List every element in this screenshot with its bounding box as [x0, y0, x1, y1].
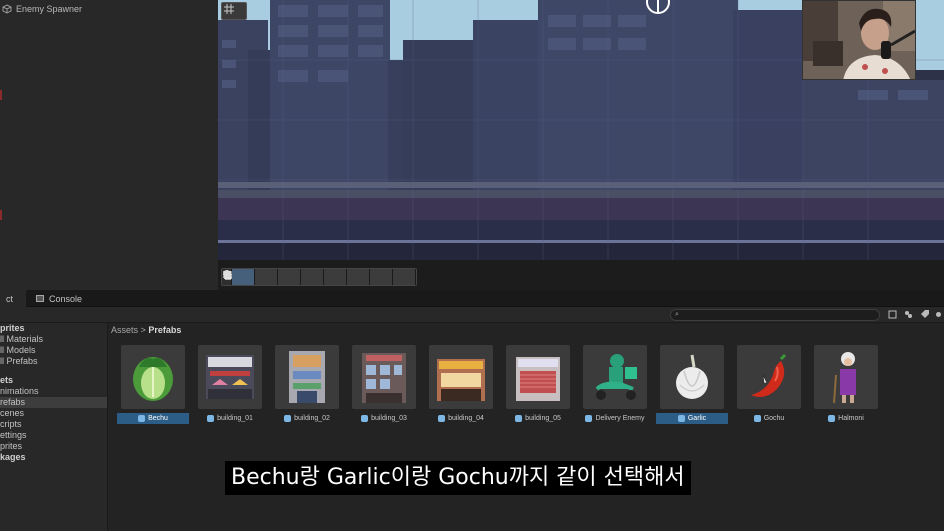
tree-item[interactable]: prites: [0, 323, 25, 334]
visibility-icon[interactable]: [934, 310, 943, 319]
prefab-icon: [138, 415, 146, 422]
tree-item-prefabs[interactable]: refabs: [0, 397, 107, 408]
asset-tile-garlic[interactable]: Garlic: [656, 345, 728, 425]
project-search-row: ⌕: [0, 307, 944, 323]
asset-label: building_03: [348, 413, 420, 424]
prefab-icon: [828, 415, 836, 422]
prefab-icon: [438, 415, 446, 422]
hand-tool-button[interactable]: [224, 269, 255, 285]
project-folder-tree: prites ll Materials ll Models ll Prefabs…: [0, 323, 108, 531]
picker-tool-button[interactable]: [223, 269, 370, 285]
asset-tile-gochu[interactable]: Gochu: [733, 345, 805, 425]
garlic-icon: [660, 345, 724, 409]
building-05-icon: [506, 345, 570, 409]
asset-tile-building-05[interactable]: building_05: [502, 345, 574, 425]
tab-project-label: ct: [6, 293, 14, 304]
fill-tool-button[interactable]: [224, 269, 393, 285]
shuffle-icon: [223, 271, 232, 278]
asset-label: Garlic: [656, 413, 728, 424]
tab-console-label: Console: [49, 293, 83, 304]
asset-label: Halmoni: [810, 413, 882, 424]
tree-item[interactable]: prites: [0, 441, 22, 452]
asset-tile-bechu[interactable]: Bechu: [117, 345, 189, 425]
transform-tool-button[interactable]: [223, 269, 416, 285]
unity-editor-window: Enemy Spawner ct Console ⌕ prites ll Mat…: [0, 0, 944, 531]
tree-item[interactable]: cenes: [0, 408, 24, 419]
hierarchy-item-label: Enemy Spawner: [16, 4, 83, 14]
prefab-icon: [361, 415, 369, 422]
chili-pepper-icon: [737, 345, 801, 409]
breadcrumb: Assets > Prefabs: [111, 324, 181, 336]
building-01-icon: [198, 345, 262, 409]
prefab-icon: [515, 415, 523, 422]
grandma-icon: [814, 345, 878, 409]
asset-label: Bechu: [117, 413, 189, 424]
gameobject-cube-icon: [2, 4, 12, 14]
asset-tile-building-04[interactable]: building_04: [425, 345, 497, 425]
tree-item[interactable]: ll Materials: [0, 334, 43, 345]
scene-view[interactable]: [218, 0, 944, 290]
breadcrumb-assets[interactable]: Assets: [111, 325, 138, 335]
filter-by-type-icon[interactable]: [888, 310, 897, 319]
scene-tools-toolbar: [221, 268, 417, 286]
rect-tool-button[interactable]: [224, 269, 347, 285]
building-03-icon: [352, 345, 416, 409]
edge-marker: [0, 210, 2, 220]
asset-tile-halmoni[interactable]: Halmoni: [810, 345, 882, 425]
scooter-rider-icon: [583, 345, 647, 409]
hierarchy-panel: Enemy Spawner: [0, 0, 218, 290]
webcam-overlay: [802, 0, 916, 80]
asset-tile-delivery-enemy[interactable]: Delivery Enemy: [579, 345, 651, 425]
scene-gizmo-button[interactable]: [221, 2, 247, 20]
tree-item[interactable]: ll Models: [0, 345, 36, 356]
filter-by-label-icon[interactable]: [904, 310, 913, 319]
asset-label: Delivery Enemy: [579, 413, 651, 424]
cabbage-icon: [121, 345, 185, 409]
tab-console[interactable]: Console: [30, 290, 88, 307]
tag-icon[interactable]: [920, 310, 929, 319]
prefab-icon: [284, 415, 292, 422]
edge-marker: [0, 90, 2, 100]
prefab-icon: [585, 415, 593, 422]
prefab-icon: [677, 415, 685, 422]
scale-tool-button[interactable]: [223, 269, 324, 285]
asset-label: building_05: [502, 413, 574, 424]
asset-label: Gochu: [733, 413, 805, 424]
video-subtitle: Bechu랑 Garlic이랑 Gochu까지 같이 선택해서: [225, 461, 691, 495]
grid-toggle-icon: [224, 4, 234, 14]
building-02-icon: [275, 345, 339, 409]
tree-item[interactable]: ets: [0, 375, 13, 386]
asset-label: building_01: [194, 413, 266, 424]
tree-item[interactable]: nimations: [0, 386, 39, 397]
asset-label: building_04: [425, 413, 497, 424]
move-tool-button[interactable]: [223, 269, 278, 285]
tree-item[interactable]: ll Prefabs: [0, 356, 38, 367]
breadcrumb-prefabs[interactable]: Prefabs: [148, 325, 181, 335]
streamer-webcam-image: [803, 1, 915, 79]
asset-tile-building-03[interactable]: building_03: [348, 345, 420, 425]
building-04-icon: [429, 345, 493, 409]
tree-item[interactable]: cripts: [0, 419, 22, 430]
asset-tile-building-01[interactable]: building_01: [194, 345, 266, 425]
console-icon: [36, 295, 44, 302]
tab-project[interactable]: ct: [0, 290, 26, 307]
search-icon: ⌕: [675, 311, 679, 318]
hierarchy-item-enemy-spawner[interactable]: Enemy Spawner: [2, 2, 82, 16]
tree-item[interactable]: kages: [0, 452, 26, 463]
prefab-icon: [207, 415, 215, 422]
tree-item[interactable]: ettings: [0, 430, 27, 441]
rotate-tool-button[interactable]: [223, 269, 301, 285]
asset-tile-building-02[interactable]: building_02: [271, 345, 343, 425]
breadcrumb-separator: >: [140, 325, 146, 335]
search-input[interactable]: ⌕: [670, 309, 880, 321]
prefab-icon: [753, 415, 761, 422]
panel-tab-bar: ct Console: [0, 290, 944, 307]
asset-label: building_02: [271, 413, 343, 424]
